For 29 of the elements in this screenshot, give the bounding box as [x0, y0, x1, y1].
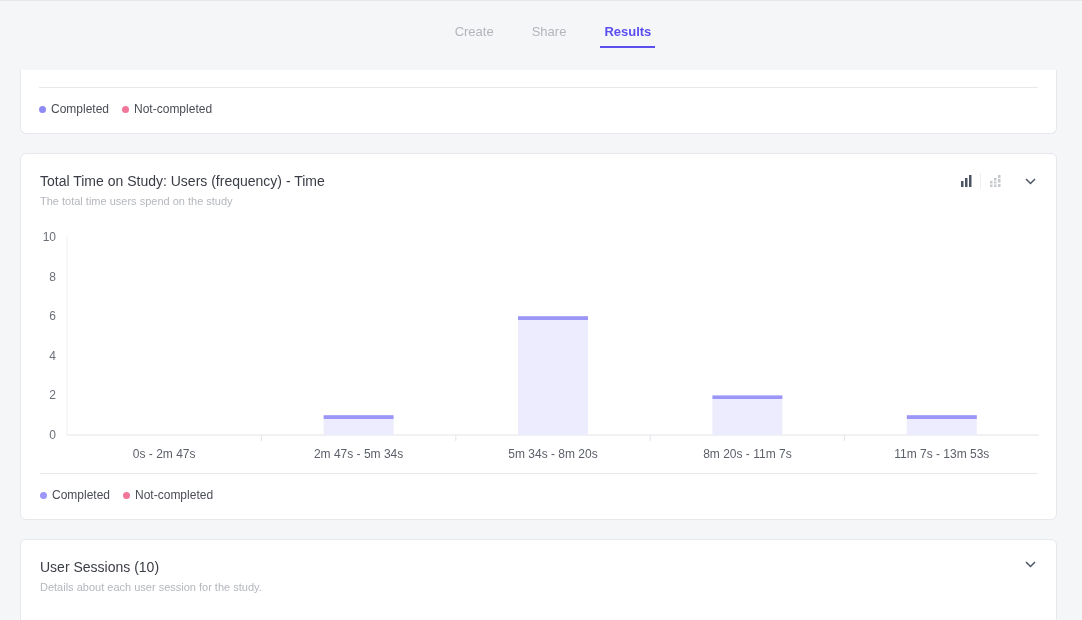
- x-axis-label: 0s - 2m 47s: [132, 447, 196, 461]
- legend-label: Not-completed: [134, 102, 213, 116]
- x-axis-label: 8m 20s - 11m 7s: [703, 447, 792, 461]
- x-axis-label: 2m 47s - 5m 34s: [313, 447, 404, 461]
- y-axis-label: 8: [49, 269, 56, 284]
- legend-label: Completed: [51, 102, 110, 116]
- x-axis-label: 11m 7s - 13m 53s: [894, 447, 990, 461]
- y-axis-label: 10: [42, 230, 56, 244]
- stacked-bar-chart-icon: [989, 175, 1001, 187]
- nav-tab[interactable]: Create: [450, 1, 498, 48]
- nav-tab[interactable]: Results: [600, 1, 656, 48]
- legend-label: Not-completed: [135, 488, 214, 502]
- chart-view-button[interactable]: [958, 173, 974, 189]
- chevron-down-icon: [1025, 561, 1036, 568]
- bar-chart-icon: [960, 175, 972, 187]
- collapse-button[interactable]: [1023, 175, 1038, 187]
- nav-tab[interactable]: Share: [527, 1, 571, 48]
- y-axis-label: 2: [49, 388, 56, 403]
- y-axis-label: 4: [49, 348, 56, 363]
- card-title: User Sessions (10): [40, 559, 161, 575]
- x-axis-label: 5m 34s - 8m 20s: [508, 447, 598, 461]
- chevron-down-icon: [1025, 177, 1036, 185]
- card-title: Total Time on Study: Users (frequency) - Time: [40, 173, 325, 189]
- card-subtitle: The total time users spend on the study: [40, 195, 234, 207]
- y-axis-label: 0: [49, 428, 56, 442]
- collapse-button[interactable]: [1023, 559, 1038, 570]
- card-subtitle: Details about each user session for the study.: [40, 581, 262, 593]
- legend-label: Completed: [52, 488, 111, 502]
- y-axis-label: 6: [49, 309, 56, 324]
